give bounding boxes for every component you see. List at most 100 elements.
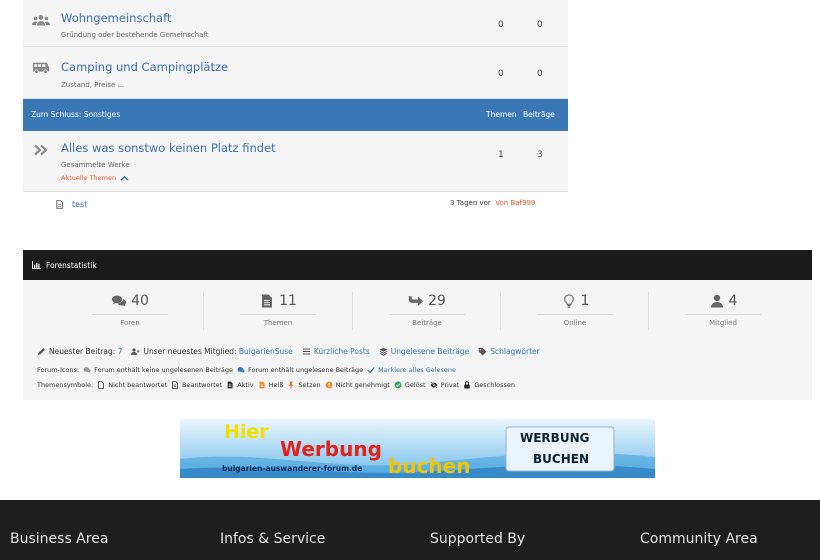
no-unread-label: Forum enthält keine ungelesenen Beiträge (94, 366, 233, 374)
stat-label: Foren (120, 319, 140, 327)
stat-mitglied: 4 Mitglied (649, 290, 797, 336)
forum-icons-legend: Forum-Icons: Forum enthält keine ungeles… (37, 366, 456, 374)
forum-themen-count: 1 (498, 150, 504, 160)
stat-divider (389, 314, 465, 315)
forum-title[interactable]: Camping und Campingplätze (61, 60, 228, 74)
stat-divider (92, 314, 168, 315)
check-icon (363, 366, 378, 374)
stat-beitraege: 29 Beiträge (353, 290, 501, 336)
category-title[interactable]: Zum Schluss: Sonstiges (31, 110, 120, 119)
hot-label: Heiß (268, 381, 284, 389)
file-lines-icon (167, 381, 182, 389)
unread-posts[interactable]: Ungelesene Beiträge (379, 347, 469, 356)
footer-heading-infos: Infos & Service (220, 531, 326, 547)
tags[interactable]: Schlagwörter (478, 347, 540, 356)
forum-title[interactable]: Alles was sonstwo keinen Platz findet (61, 141, 276, 155)
forum-themen-count: 0 (498, 69, 504, 79)
subtopic-title[interactable]: test (72, 200, 87, 209)
unapproved-label: Nicht genehmigt (335, 381, 390, 389)
site-footer: Business Area Infos & Service Supported … (0, 500, 820, 560)
forum-beitraege-count: 0 (537, 20, 543, 30)
forum-title[interactable]: Wohngemeinschaft (61, 11, 171, 25)
stat-themen: 11 Themen (204, 290, 352, 336)
lightbulb-icon (561, 294, 577, 308)
newest-member-link[interactable]: BulgarienSuse (239, 347, 293, 356)
solved-label: Gelöst (404, 381, 426, 389)
tag-icon (478, 347, 490, 356)
unread-posts-link[interactable]: Ungelesene Beiträge (391, 347, 469, 356)
bar-chart-icon (32, 261, 41, 269)
subtopic-author[interactable]: Von Baf999 (495, 199, 535, 207)
unanswered-label: Nicht beantwortet (108, 381, 168, 389)
current-topics-toggle[interactable]: Aktuelle Themen (61, 174, 129, 182)
forum-icons-label: Forum-Icons: (37, 366, 80, 374)
subtopic-row[interactable]: test 3 Tagen vor Von Baf999 (23, 192, 568, 220)
forum-row-sonstiges[interactable]: Alles was sonstwo keinen Platz findet Ge… (23, 131, 568, 192)
banner-text-werbung: Werbung (280, 437, 382, 461)
forum-beitraege-count: 0 (537, 69, 543, 79)
mark-all-read-link[interactable]: Markiere alles Gelesene (378, 366, 456, 374)
stat-label: Themen (263, 319, 293, 327)
forum-row-wohngemeinschaft[interactable]: Wohngemeinschaft Gründung oder bestehend… (23, 0, 568, 47)
pencil-icon (37, 347, 49, 356)
forum-description: Gründung oder bestehende Gemeinschaft (61, 31, 209, 39)
bus-icon (32, 61, 50, 75)
stat-label: Beiträge (412, 319, 442, 327)
chevron-up-icon (120, 175, 129, 181)
stat-value: 11 (279, 293, 297, 309)
forum-list: Wohngemeinschaft Gründung oder bestehend… (23, 0, 568, 220)
pin-icon (283, 381, 298, 389)
column-header-beitraege: Beiträge (523, 110, 555, 119)
stat-label: Online (563, 319, 587, 327)
alert-icon (321, 381, 336, 389)
forum-row-camping[interactable]: Camping und Campingplätze Zustand, Preis… (23, 47, 568, 99)
reply-arrow-icon (408, 294, 424, 308)
stats-title: Forenstatistik (46, 261, 97, 270)
stack-icon (379, 347, 391, 356)
stat-online: 1 Online (501, 290, 649, 336)
forum-beitraege-count: 3 (537, 150, 543, 160)
newest-post-label: Neuester Beitrag: (49, 346, 116, 356)
stats-header: Forenstatistik (23, 250, 812, 280)
banner-box-line2: BUCHEN (533, 452, 589, 466)
newest-post: Neuester Beitrag: 7 (37, 347, 122, 356)
file-outline-icon (93, 381, 108, 389)
private-label: Privat (440, 381, 460, 389)
subtopic-date-text: 3 Tagen vor (450, 199, 491, 207)
tags-link[interactable]: Schlagwörter (490, 347, 540, 356)
recent-posts-link[interactable]: Kürzliche Posts (314, 347, 370, 356)
newest-post-link[interactable]: 7 (118, 347, 123, 356)
check-circle-icon (390, 381, 405, 389)
topic-icons-legend: Themensymbole: Nicht beantwortet Beantwo… (37, 381, 515, 389)
users-icon (32, 14, 50, 28)
comments-grey-icon (79, 366, 94, 374)
stats-info-line: Neuester Beitrag: 7 Unser neuestes Mitgl… (37, 345, 807, 357)
newest-member: Unser neuestes Mitglied: BulgarienSuse (131, 346, 293, 356)
stat-label: Mitglied (709, 319, 737, 327)
forum-description: Zustand, Preise ... (61, 81, 125, 89)
forum-themen-count: 0 (498, 20, 504, 30)
advertising-banner[interactable]: Hier Werbung bulgarien-auswanderer-forum… (180, 419, 655, 478)
stat-value: 4 (728, 293, 738, 309)
lock-icon (459, 381, 474, 389)
stat-value: 1 (580, 293, 590, 309)
double-chevron-right-icon (34, 144, 52, 158)
newest-member-label: Unser neuestes Mitglied: (143, 346, 237, 356)
user-plus-icon (131, 347, 143, 356)
recent-posts[interactable]: Kürzliche Posts (302, 347, 370, 356)
eye-slash-icon (426, 381, 441, 389)
sticky-label: Setzen (298, 381, 321, 389)
user-icon (709, 294, 725, 308)
banner-box-line1: WERBUNG (520, 431, 590, 445)
current-topics-label: Aktuelle Themen (61, 174, 117, 182)
file-hot-icon (254, 381, 269, 389)
banner-url: bulgarien-auswanderer-forum.de (222, 464, 363, 473)
comments-icon (111, 294, 127, 308)
has-unread-label: Forum enthält ungelesene Beiträge (247, 366, 364, 374)
stat-value: 40 (131, 293, 149, 309)
banner-text-buchen: buchen (388, 454, 471, 478)
stat-divider (685, 314, 761, 315)
stat-divider (537, 314, 613, 315)
file-solid-icon (222, 381, 237, 389)
comments-blue-icon (233, 366, 248, 374)
